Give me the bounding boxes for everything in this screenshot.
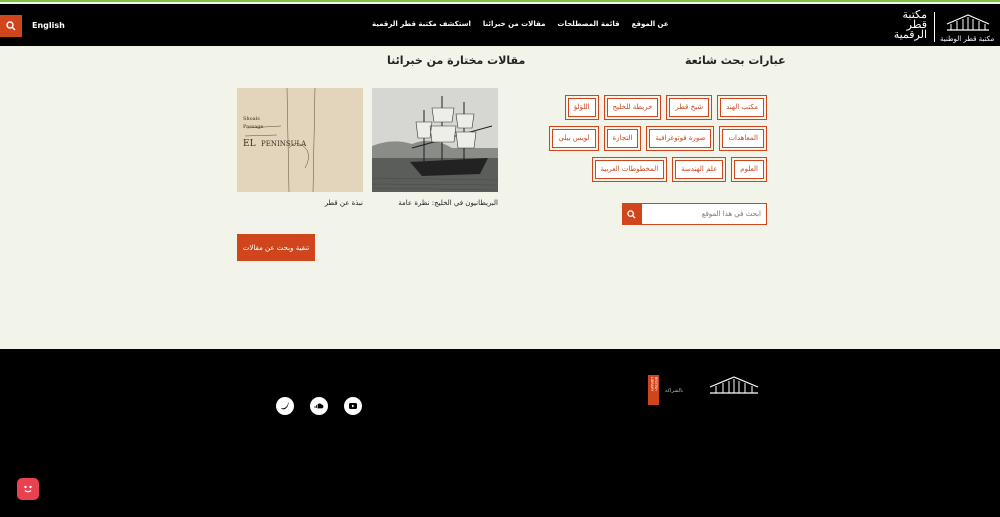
tag-lewis-pelly[interactable]: لويس بيلي — [549, 126, 599, 151]
footer-library-name-en: Qatar National Library — [711, 403, 755, 417]
chat-bot-icon — [24, 485, 32, 493]
site-footer — [0, 349, 1000, 517]
contact-us-link[interactable]: اتصل بنا — [344, 430, 364, 437]
svg-text:Shoals: Shoals — [243, 116, 260, 122]
footer-link[interactable]: شروط الاستخدام — [530, 412, 634, 419]
library-building-icon — [946, 14, 990, 31]
footer-usage-column: كيفية استخدام الموقع تعليمات مساعدة شروط… — [530, 374, 634, 517]
footer-contact-heading: تواصل معنا — [328, 374, 364, 382]
search-icon — [627, 209, 636, 219]
youtube-icon[interactable] — [344, 397, 362, 415]
language-switch-link[interactable]: English — [32, 21, 65, 30]
popular-tags: مكتب الهند شيخ قطر خريطة للخليج اللؤلؤ ا… — [520, 95, 767, 182]
svg-text:PENINSULA: PENINSULA — [261, 140, 307, 148]
article-image-map[interactable]: EL PENINSULA Shoals Passage — [237, 88, 363, 192]
article-caption[interactable]: البريطانيون في الخليج: نظرة عامة — [372, 199, 498, 207]
footer-link[interactable]: ملفات التعريف (كوكيز) — [530, 492, 634, 499]
nav-expert-articles[interactable]: مقالات من خبرائنا — [483, 20, 546, 28]
footer-link[interactable]: مكتبة قطر الوطنية — [440, 412, 501, 419]
site-brand-logo[interactable]: مكتبة قطر الرقمية — [893, 9, 927, 40]
tag-gulf-map[interactable]: خريطة للخليج — [603, 95, 662, 120]
footer-quick-heading: روابط سريعة — [457, 374, 500, 382]
footer-library-name-ar: مكتبة قطر الوطنية — [709, 395, 757, 402]
footer-link[interactable]: المكتبة البريطانية — [440, 428, 500, 435]
footer-usage-heading: كيفية استخدام الموقع — [563, 374, 634, 382]
tag-treaties[interactable]: المعاهدات — [719, 126, 767, 151]
article-image-ship[interactable] — [372, 88, 498, 192]
article-caption[interactable]: نبذة عن قطر — [237, 199, 363, 207]
footer-link[interactable]: مؤسسة قطر — [440, 396, 500, 403]
footer-contact-column: تواصل معنا — [318, 374, 364, 396]
twitter-icon[interactable] — [276, 397, 294, 415]
expert-articles-title: مقالات مختارة من خبرائنا — [387, 54, 526, 67]
search-icon — [6, 21, 16, 31]
tag-science[interactable]: العلوم — [731, 157, 767, 182]
nav-glossary[interactable]: قائمة المصطلحات — [557, 20, 619, 28]
chat-widget-button[interactable] — [17, 478, 39, 500]
footer-link[interactable]: تعليمات مساعدة — [530, 396, 634, 403]
footer-link[interactable]: المتصفحات — [530, 476, 634, 483]
tag-pearls[interactable]: اللؤلؤ — [564, 95, 599, 120]
header-search-button[interactable] — [0, 15, 22, 37]
library-name[interactable]: مكتبة قطر الوطنية — [940, 35, 994, 43]
site-search-form — [622, 203, 767, 225]
nav-about[interactable]: عن الموقع — [632, 20, 669, 28]
footer-link[interactable]: ملاحظات أو شكاوى — [530, 460, 634, 467]
nav-explore[interactable]: استكشف مكتبة قطر الرقمية — [372, 20, 471, 28]
popular-searches-title: عبارات بحث شائعة — [685, 54, 786, 67]
site-search-input[interactable] — [641, 203, 767, 225]
tag-trade[interactable]: التجارة — [603, 126, 642, 151]
tag-photograph[interactable]: صورة فوتوغرافية — [646, 126, 715, 151]
library-building-icon[interactable] — [708, 375, 760, 395]
footer-link[interactable]: شروط حقوق النشر والشروط الأخلاقية لإعادة — [530, 508, 634, 517]
main-nav: استكشف مكتبة قطر الرقمية مقالات من خبرائ… — [372, 20, 669, 28]
logo-divider — [934, 12, 935, 42]
site-search-button[interactable] — [622, 203, 641, 225]
svg-text:Passage: Passage — [243, 124, 263, 130]
soundcloud-icon[interactable] — [310, 397, 328, 415]
footer-link[interactable]: المكتبة الرقمية العالمية — [440, 444, 500, 451]
partnership-label: بالشراكة — [665, 388, 684, 394]
footer-quick-links-column: روابط سريعة مؤسسة قطر مكتبة قطر الوطنية … — [440, 374, 500, 460]
tag-sheikh-qatar[interactable]: شيخ قطر — [666, 95, 713, 120]
tag-arabic-manuscripts[interactable]: المخطوطات العربية — [591, 157, 668, 182]
top-navigation-bar: English استكشف مكتبة قطر الرقمية مقالات … — [0, 4, 1000, 46]
footer-link[interactable]: الإتاحة — [530, 444, 634, 451]
svg-text:EL: EL — [243, 139, 256, 149]
tag-india-office[interactable]: مكتب الهند — [717, 95, 767, 120]
british-library-logo-text: BRITISH LIBRARY — [650, 377, 658, 392]
tag-engineering[interactable]: علم الهندسة — [672, 157, 727, 182]
social-links — [276, 397, 362, 415]
footer-link[interactable]: سياسة الخصوصية — [530, 428, 634, 435]
filter-articles-button[interactable]: تنقية وبحث عن مقالات — [237, 234, 315, 261]
